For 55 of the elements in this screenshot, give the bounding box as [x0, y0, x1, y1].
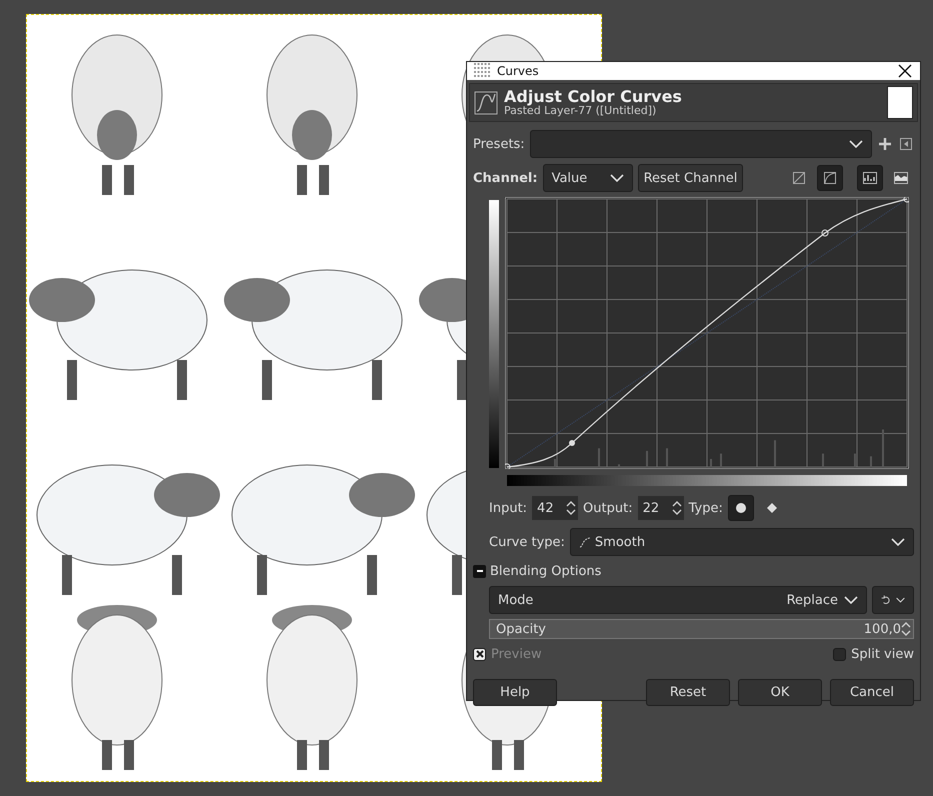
type-label: Type: [688, 500, 723, 516]
opacity-label: Opacity [496, 622, 548, 636]
smooth-curve-icon [578, 536, 591, 548]
chevron-down-icon [610, 174, 624, 182]
rotate-arrow-icon [881, 593, 890, 607]
reset-channel-button[interactable]: Reset Channel [638, 164, 744, 192]
split-view-label: Split view [851, 646, 914, 662]
cancel-button[interactable]: Cancel [830, 678, 914, 706]
help-button[interactable]: Help [473, 678, 557, 706]
split-view-checkbox[interactable] [833, 648, 846, 660]
curve-type-label: Curve type: [489, 534, 565, 550]
preview-checkbox[interactable] [473, 648, 486, 660]
channel-dropdown[interactable]: Value [542, 164, 633, 192]
chevron-down-icon [891, 538, 905, 546]
window-title: Curves [497, 64, 540, 78]
spin-arrows-icon [901, 621, 911, 637]
reset-button[interactable]: Reset [646, 678, 730, 706]
presets-label: Presets: [473, 136, 525, 152]
diagonal-line-icon [793, 172, 805, 184]
blending-options-label: Blending Options [490, 564, 602, 578]
histogram-area-icon [894, 172, 908, 184]
input-label: Input: [489, 500, 528, 516]
output-label: Output: [583, 500, 633, 516]
spin-arrows-icon [566, 499, 576, 517]
layer-thumbnail [887, 86, 913, 119]
app-icon [473, 63, 491, 79]
dialog-heading: Adjust Color Curves [504, 88, 683, 106]
chevron-down-icon [849, 140, 863, 148]
histogram-bars-icon [863, 172, 877, 184]
mode-dropdown[interactable]: Mode Replace [489, 586, 867, 614]
opacity-slider[interactable]: Opacity 100,0 [489, 619, 914, 639]
collapse-toggle[interactable] [473, 564, 486, 578]
input-spinner[interactable]: 42 [532, 496, 578, 520]
curve-type-dropdown[interactable]: Smooth [570, 528, 914, 556]
add-preset-button[interactable] [877, 136, 893, 152]
smooth-point-toggle[interactable] [728, 495, 754, 521]
layer-name: Pasted Layer-77 ([Untitled]) [504, 105, 658, 118]
chevron-down-icon [896, 596, 905, 604]
preset-menu-button[interactable] [898, 136, 914, 152]
chevron-down-icon [844, 596, 858, 604]
curve-icon [474, 90, 498, 114]
opacity-value: 100,0 [864, 622, 901, 636]
ok-button[interactable]: OK [738, 678, 822, 706]
output-spinner[interactable]: 22 [638, 496, 684, 520]
spin-arrows-icon [672, 499, 682, 517]
composite-mode-dropdown[interactable] [872, 586, 914, 614]
close-button[interactable] [896, 62, 914, 80]
preview-label: Preview [491, 646, 542, 662]
channel-label: Channel: [473, 170, 538, 186]
curve-icon [824, 172, 836, 184]
histogram-toggle[interactable] [857, 165, 883, 191]
circle-icon [734, 502, 747, 514]
diamond-icon [766, 502, 778, 514]
curve-graph[interactable] [505, 197, 909, 469]
curved-line-toggle[interactable] [817, 165, 843, 191]
